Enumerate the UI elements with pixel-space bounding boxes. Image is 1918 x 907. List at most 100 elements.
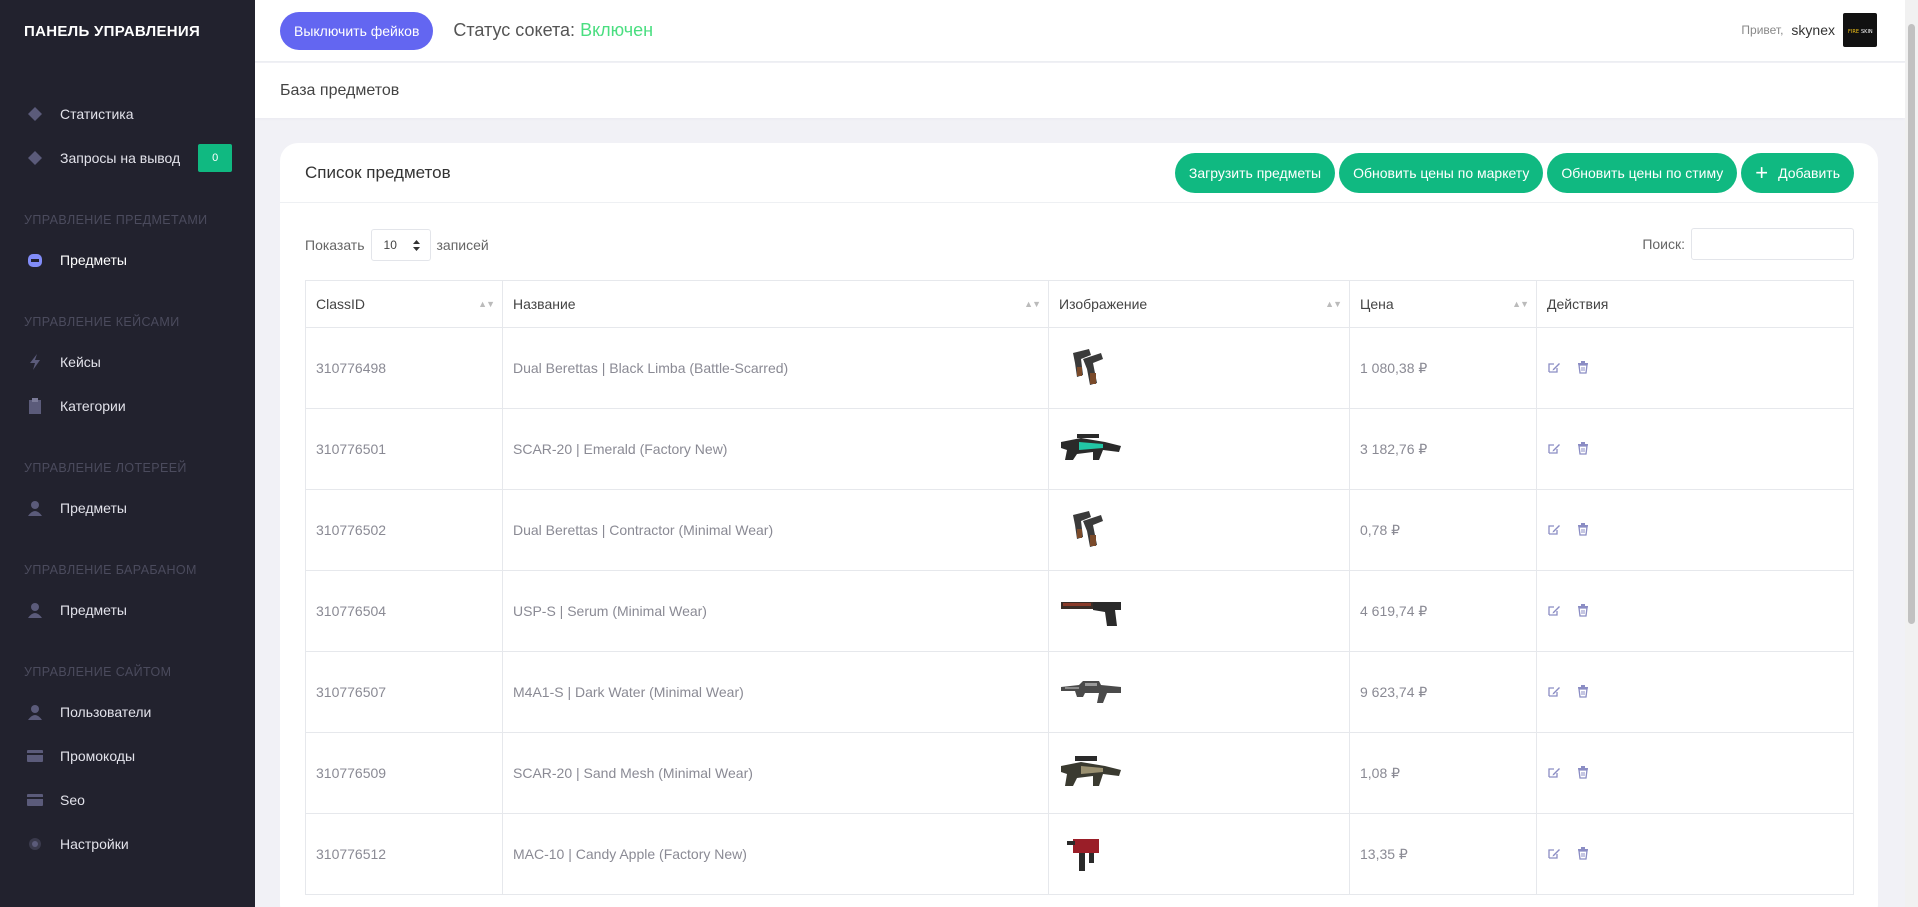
edit-icon[interactable] bbox=[1547, 360, 1561, 377]
edit-icon[interactable] bbox=[1547, 846, 1561, 863]
sidebar-item-label: Предметы bbox=[60, 500, 127, 516]
cell-price: 9 623,74 ₽ bbox=[1349, 651, 1537, 733]
table-row: 310776512 MAC-10 | Candy Apple (Factory N… bbox=[305, 813, 1854, 895]
sidebar-item-categories[interactable]: Категории bbox=[0, 384, 255, 428]
section-title-cases: УПРАВЛЕНИЕ КЕЙСАМИ bbox=[24, 315, 180, 329]
sidebar-item-label: Предметы bbox=[60, 252, 127, 268]
cell-actions bbox=[1536, 732, 1854, 814]
topbar: Выключить фейков Статус сокета: Включен … bbox=[255, 0, 1905, 62]
cell-price: 4 619,74 ₽ bbox=[1349, 570, 1537, 652]
cell-image bbox=[1048, 813, 1350, 895]
edit-icon[interactable] bbox=[1547, 603, 1561, 620]
plus-icon: + bbox=[1755, 160, 1769, 185]
socket-status-value: Включен bbox=[580, 20, 654, 40]
sidebar-item-users[interactable]: Пользователи bbox=[0, 690, 255, 734]
cell-actions bbox=[1536, 651, 1854, 733]
socket-status-label: Статус сокета: bbox=[453, 20, 576, 40]
sidebar-item-lottery-items[interactable]: Предметы bbox=[0, 486, 255, 530]
trash-icon[interactable] bbox=[1577, 441, 1589, 458]
sidebar-item-statistics[interactable]: Статистика bbox=[0, 92, 255, 136]
column-header-price[interactable]: Цена ▲▼ bbox=[1349, 280, 1537, 328]
user-icon bbox=[26, 703, 44, 721]
trash-icon[interactable] bbox=[1577, 603, 1589, 620]
clipboard-icon bbox=[26, 397, 44, 415]
table-row: 310776504 USP-S | Serum (Minimal Wear) 4 6… bbox=[305, 570, 1854, 652]
greeting-text: Привет, bbox=[1741, 23, 1784, 37]
item-image bbox=[1059, 829, 1349, 879]
username: skynex bbox=[1791, 22, 1835, 38]
item-image bbox=[1059, 748, 1349, 798]
cell-actions bbox=[1536, 489, 1854, 571]
cell-actions bbox=[1536, 813, 1854, 895]
user-menu[interactable]: Привет, skynex FIRE SKIN bbox=[1741, 13, 1877, 47]
cell-name: Dual Berettas | Contractor (Minimal Wear… bbox=[502, 489, 1049, 571]
table-header-row: ClassID ▲▼ Название ▲▼ Изображение ▲▼ Цена ▲… bbox=[305, 280, 1854, 328]
sidebar-item-label: Кейсы bbox=[60, 354, 101, 370]
cell-price: 13,35 ₽ bbox=[1349, 813, 1537, 895]
page-length-control: Показать 10 записей bbox=[305, 229, 489, 261]
page-length-select[interactable]: 10 bbox=[370, 229, 431, 261]
column-header-classid[interactable]: ClassID ▲▼ bbox=[305, 280, 503, 328]
bolt-icon bbox=[26, 353, 44, 371]
cell-classid: 310776509 bbox=[305, 732, 503, 814]
sidebar-item-seo[interactable]: Seo bbox=[0, 778, 255, 822]
items-card: Список предметов Загрузить предметы Обно… bbox=[280, 143, 1878, 907]
sidebar-item-items[interactable]: Предметы bbox=[0, 238, 255, 282]
diamond-icon bbox=[26, 105, 44, 123]
add-button[interactable]: + Добавить bbox=[1741, 153, 1854, 193]
cell-actions bbox=[1536, 327, 1854, 409]
cell-name: USP-S | Serum (Minimal Wear) bbox=[502, 570, 1049, 652]
trash-icon[interactable] bbox=[1577, 522, 1589, 539]
page-length-value: 10 bbox=[383, 238, 397, 252]
cell-image bbox=[1048, 651, 1350, 733]
update-steam-prices-button[interactable]: Обновить цены по стиму bbox=[1547, 153, 1738, 193]
sidebar-item-promocodes[interactable]: Промокоды bbox=[0, 734, 255, 778]
sidebar-item-wheel-items[interactable]: Предметы bbox=[0, 588, 255, 632]
page-scrollbar[interactable] bbox=[1905, 0, 1918, 907]
trash-icon[interactable] bbox=[1577, 684, 1589, 701]
cell-name: M4A1-S | Dark Water (Minimal Wear) bbox=[502, 651, 1049, 733]
sort-arrows-icon bbox=[412, 239, 420, 251]
sidebar-item-settings[interactable]: Настройки bbox=[0, 822, 255, 866]
disable-fakes-button[interactable]: Выключить фейков bbox=[280, 11, 434, 50]
table-controls: Показать 10 записей Поиск: bbox=[280, 203, 1878, 283]
edit-icon[interactable] bbox=[1547, 441, 1561, 458]
show-label: Показать bbox=[305, 237, 365, 253]
scrollbar-thumb[interactable] bbox=[1908, 24, 1915, 624]
trash-icon[interactable] bbox=[1577, 360, 1589, 377]
item-image bbox=[1059, 667, 1349, 717]
socket-status: Статус сокета: Включен bbox=[453, 20, 653, 41]
column-header-image[interactable]: Изображение ▲▼ bbox=[1048, 280, 1350, 328]
edit-icon[interactable] bbox=[1547, 765, 1561, 782]
sidebar: ПАНЕЛЬ УПРАВЛЕНИЯ Статистика Запросы на … bbox=[0, 0, 255, 907]
cell-classid: 310776502 bbox=[305, 489, 503, 571]
diamond-icon bbox=[26, 149, 44, 167]
card-icon bbox=[26, 791, 44, 809]
trash-icon[interactable] bbox=[1577, 846, 1589, 863]
edit-icon[interactable] bbox=[1547, 684, 1561, 701]
search-control: Поиск: bbox=[1642, 228, 1854, 260]
cell-actions bbox=[1536, 408, 1854, 490]
cell-classid: 310776504 bbox=[305, 570, 503, 652]
edit-icon[interactable] bbox=[1547, 522, 1561, 539]
sort-icon: ▲▼ bbox=[1325, 299, 1342, 309]
page-title: База предметов bbox=[280, 81, 400, 99]
load-items-button[interactable]: Загрузить предметы bbox=[1174, 153, 1336, 193]
add-button-label: Добавить bbox=[1778, 165, 1840, 181]
cell-image bbox=[1048, 327, 1350, 409]
sort-icon: ▲▼ bbox=[1024, 299, 1041, 309]
avatar[interactable]: FIRE SKIN bbox=[1843, 13, 1877, 47]
section-title-lottery: УПРАВЛЕНИЕ ЛОТЕРЕЕЙ bbox=[24, 461, 187, 475]
table-row: 310776509 SCAR-20 | Sand Mesh (Minimal We… bbox=[305, 732, 1854, 814]
table-row: 310776501 SCAR-20 | Emerald (Factory New)… bbox=[305, 408, 1854, 490]
update-market-prices-button[interactable]: Обновить цены по маркету bbox=[1339, 153, 1544, 193]
sidebar-item-withdraw-requests[interactable]: Запросы на вывод 0 bbox=[0, 136, 255, 180]
cell-image bbox=[1048, 489, 1350, 571]
trash-icon[interactable] bbox=[1577, 765, 1589, 782]
sidebar-item-label: Категории bbox=[60, 398, 126, 414]
sidebar-item-cases[interactable]: Кейсы bbox=[0, 340, 255, 384]
search-input[interactable] bbox=[1691, 228, 1854, 260]
cell-classid: 310776512 bbox=[305, 813, 503, 895]
column-header-name[interactable]: Название ▲▼ bbox=[502, 280, 1049, 328]
item-image bbox=[1059, 424, 1349, 474]
